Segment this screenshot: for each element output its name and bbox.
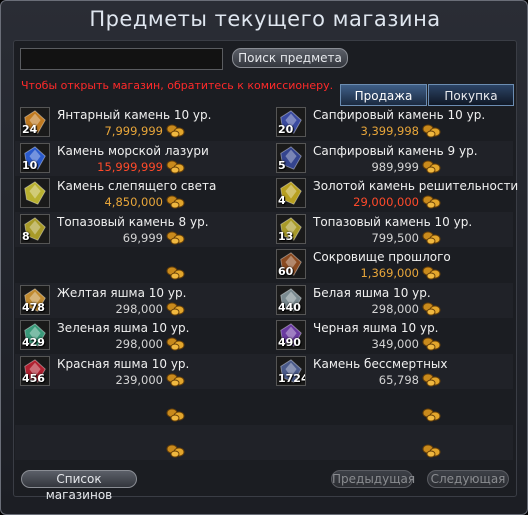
item-price: 239,000 [115, 372, 163, 387]
item-name: Сапфировый камень 9 ур. [313, 143, 478, 158]
shop-item[interactable]: 456 Красная яшма 10 ур. 239,000 [15, 354, 255, 389]
item-name: Топазовый камень 10 ур. [313, 214, 473, 229]
empty-slot [15, 389, 255, 424]
item-name: Янтарный камень 10 ур. [57, 108, 212, 122]
shop-item[interactable]: Камень слепящего света 4,850,000 [15, 176, 255, 211]
coin-icon [422, 265, 442, 280]
coin-icon [422, 230, 442, 244]
item-price: 15,999,999 [97, 159, 163, 174]
item-price: 69,999 [122, 230, 163, 245]
empty-slot [15, 425, 255, 460]
coin-icon [422, 194, 442, 209]
item-name: Сапфировый камень 10 ур. [313, 108, 486, 122]
item-row: 10 Камень морской лазури 15,999,999 5 Сапфир… [15, 140, 513, 176]
item-price: 349,000 [371, 337, 419, 351]
coin-icon [166, 265, 186, 280]
item-name: Камень бессмертных [313, 356, 448, 371]
item-price: 3,399,998 [360, 124, 419, 138]
coin-icon [166, 159, 186, 173]
item-name: Красная яшма 10 ур. [57, 356, 190, 371]
empty-slot [15, 247, 255, 282]
shop-item[interactable]: 10 Камень морской лазури 15,999,999 [15, 141, 255, 176]
tab-sell[interactable]: Продажа [340, 84, 427, 106]
shop-item[interactable]: 1724 Камень бессмертных 65,798 [271, 354, 511, 389]
shop-item[interactable]: 440 Белая яшма 10 ур. 298,000 [271, 283, 511, 318]
item-row: 478 Желтая яшма 10 ур. 298,000 440 Белая яшм… [15, 282, 513, 318]
shop-item[interactable]: 8 Топазовый камень 8 ур. 69,999 [15, 212, 255, 247]
item-price: 799,500 [371, 230, 419, 245]
item-name: Сокровище прошлого [313, 250, 451, 264]
shop-item[interactable]: 20 Сапфировый камень 10 ур. 3,399,998 [271, 105, 511, 140]
item-price: 65,798 [378, 372, 419, 387]
item-name: Белая яшма 10 ур. [313, 285, 431, 300]
item-price: 298,000 [115, 301, 163, 316]
item-price: 7,999,999 [104, 124, 163, 138]
item-row: 60 Сокровище прошлого 1,369,000 [15, 247, 513, 282]
item-row: Камень слепящего света 4,850,000 4 Золотой … [15, 176, 518, 211]
notice-text: Чтобы открыть магазин, обратитесь к коми… [21, 79, 334, 92]
prev-page-button[interactable]: Предыдущая [331, 470, 415, 488]
coin-icon [422, 372, 442, 386]
item-quantity: 8 [22, 229, 30, 243]
coin-icon [422, 443, 442, 457]
coin-icon [166, 230, 186, 244]
coin-icon [166, 123, 186, 138]
coin-icon [422, 123, 442, 138]
coin-icon [166, 194, 186, 209]
search-button[interactable]: Поиск предмета [232, 48, 348, 68]
item-name: Топазовый камень 8 ур. [57, 214, 209, 229]
item-name: Черная яшма 10 ур. [313, 321, 439, 335]
shop-item[interactable]: 5 Сапфировый камень 9 ур. 989,999 [271, 141, 511, 176]
next-page-button[interactable]: Следующая [427, 470, 509, 488]
item-price: 29,000,000 [353, 195, 419, 209]
item-price: 989,999 [371, 159, 419, 174]
coin-icon [166, 443, 186, 457]
coin-icon [422, 407, 442, 422]
shop-item[interactable]: 24 Янтарный камень 10 ур. 7,999,999 [15, 105, 255, 140]
empty-slot [271, 389, 511, 424]
shop-item[interactable]: 4 Золотой камень решительности 29,000,000 [271, 176, 518, 211]
item-quantity: 5 [278, 158, 286, 172]
coin-icon [422, 159, 442, 173]
item-price: 298,000 [115, 337, 163, 351]
item-row [15, 389, 513, 424]
item-name: Камень слепящего света [57, 179, 217, 193]
item-row: 24 Янтарный камень 10 ур. 7,999,999 20 Сапфи… [15, 105, 513, 140]
shop-list-button[interactable]: Список магазинов [21, 470, 137, 502]
shop-item[interactable]: 429 Зеленая яшма 10 ур. 298,000 [15, 318, 255, 353]
coin-icon [422, 301, 442, 315]
window-title: Предметы текущего магазина [89, 7, 441, 31]
shop-item[interactable]: 490 Черная яшма 10 ур. 349,000 [271, 318, 511, 353]
tab-buy[interactable]: Покупка [428, 84, 514, 106]
item-price: 4,850,000 [104, 195, 163, 209]
item-grid: 24 Янтарный камень 10 ур. 7,999,999 20 Сапфи… [15, 105, 518, 460]
item-name: Золотой камень решительности [313, 179, 519, 193]
search-input[interactable] [20, 48, 223, 70]
item-row: 429 Зеленая яшма 10 ур. 298,000 490 Черная я… [15, 318, 513, 353]
shop-item[interactable]: 60 Сокровище прошлого 1,369,000 [271, 247, 511, 282]
empty-slot [271, 425, 511, 460]
shop-item[interactable]: 13 Топазовый камень 10 ур. 799,500 [271, 212, 511, 247]
item-name: Зеленая яшма 10 ур. [57, 321, 190, 335]
item-row: 456 Красная яшма 10 ур. 239,000 1724 Камень … [15, 353, 513, 389]
item-quantity: 4 [278, 194, 286, 207]
item-name: Камень морской лазури [57, 143, 209, 158]
item-name: Желтая яшма 10 ур. [57, 285, 187, 300]
coin-icon [166, 336, 186, 351]
item-price: 1,369,000 [360, 266, 419, 280]
item-row [15, 424, 513, 460]
item-row: 8 Топазовый камень 8 ур. 69,999 13 Топазовый… [15, 211, 513, 247]
coin-icon [166, 407, 186, 422]
coin-icon [166, 301, 186, 315]
coin-icon [422, 336, 442, 351]
coin-icon [166, 372, 186, 386]
item-price: 298,000 [371, 301, 419, 316]
shop-item[interactable]: 478 Желтая яшма 10 ур. 298,000 [15, 283, 255, 318]
